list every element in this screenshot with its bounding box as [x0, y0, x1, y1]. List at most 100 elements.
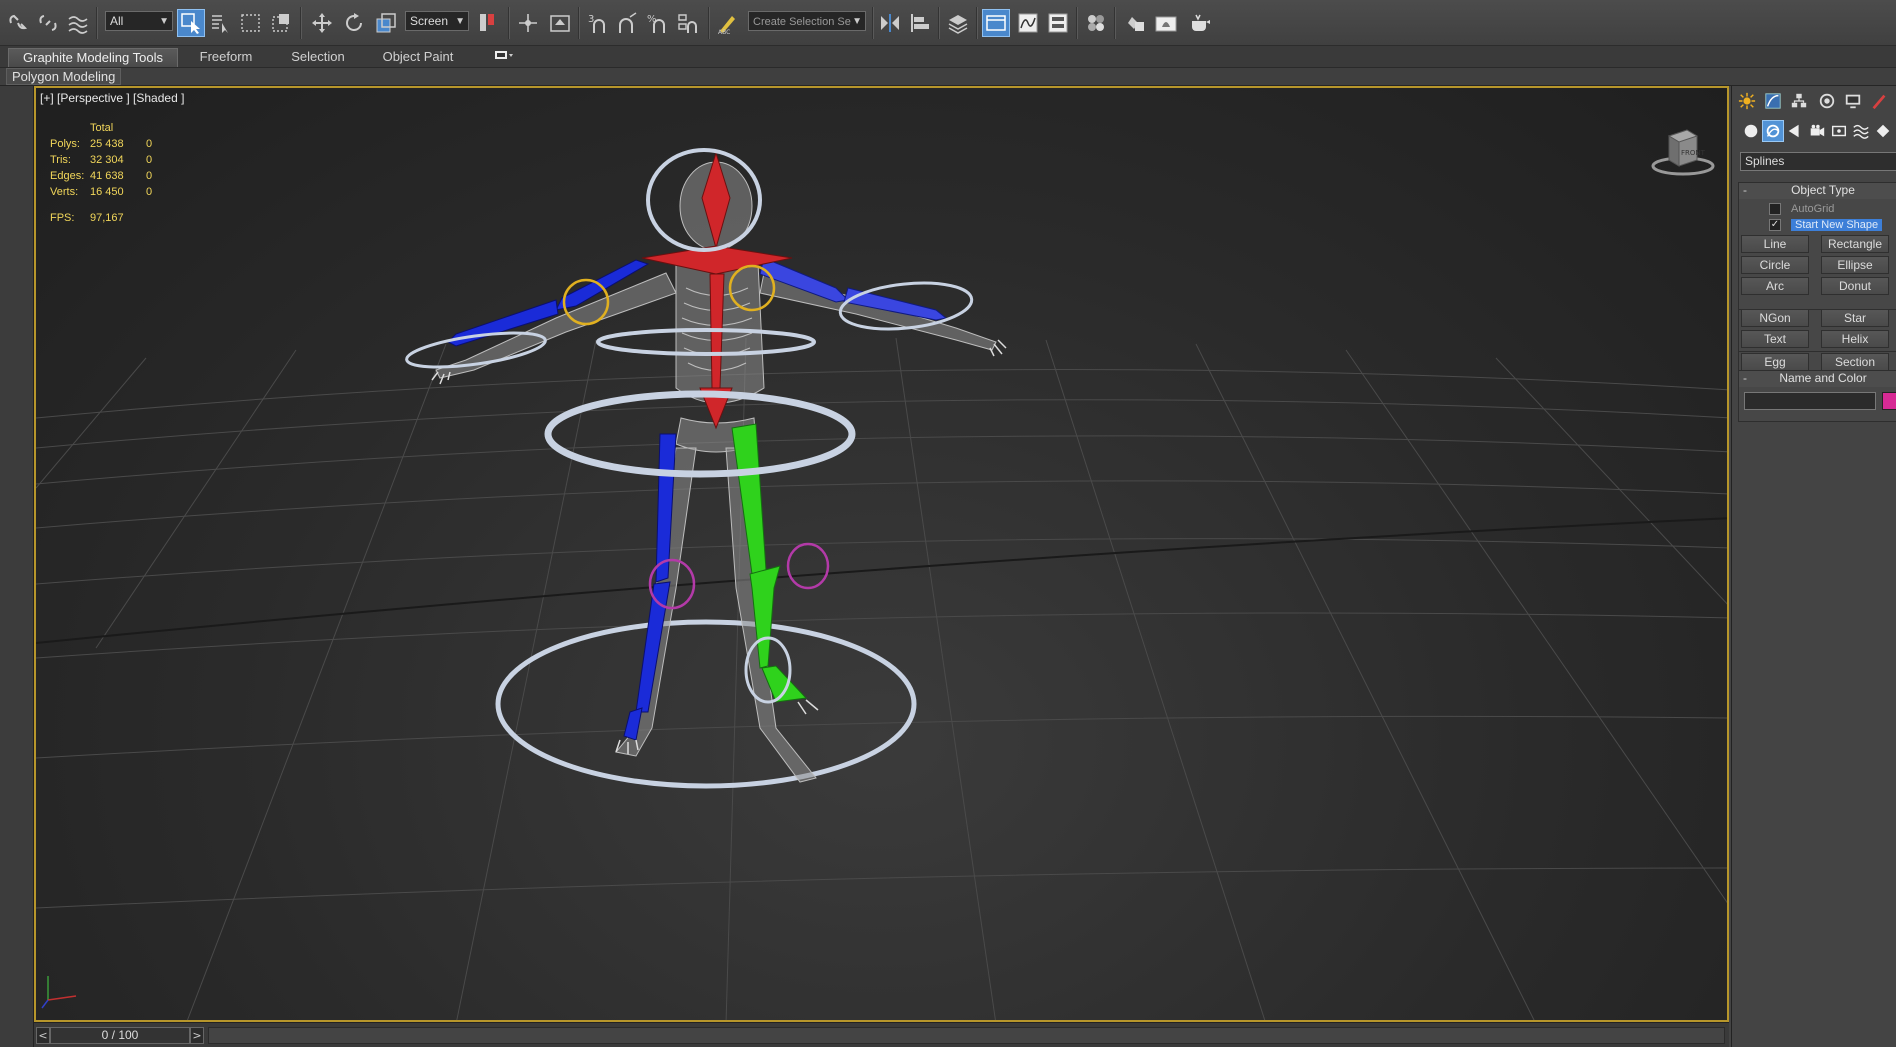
select-object-icon[interactable] [177, 9, 205, 37]
tab-object-paint[interactable]: Object Paint [370, 48, 466, 67]
select-and-link-icon[interactable] [4, 9, 32, 37]
egg-button[interactable]: Egg [1741, 353, 1809, 371]
autogrid-checkbox[interactable] [1769, 203, 1781, 215]
reference-coordinate-value: Screen [410, 14, 449, 28]
render-production-icon[interactable] [1186, 9, 1214, 37]
object-type-header[interactable]: - Object Type [1739, 183, 1896, 199]
edit-named-selection-icon[interactable]: ABC [714, 9, 742, 37]
keyboard-shortcut-override-icon[interactable] [546, 9, 574, 37]
schematic-view-icon[interactable] [1044, 9, 1072, 37]
line-button[interactable]: Line [1741, 235, 1809, 253]
start-new-shape-label: Start New Shape [1791, 219, 1883, 231]
snaps-toggle-icon[interactable]: 3 [584, 9, 612, 37]
viewport-label[interactable]: [+] [Perspective ] [Shaded ] [40, 91, 184, 105]
graphite-modeling-toggle-icon[interactable] [982, 9, 1010, 37]
perspective-viewport[interactable]: [+] [Perspective ] [Shaded ] Total Polys… [34, 86, 1729, 1022]
time-slider-next-button[interactable]: > [190, 1027, 204, 1044]
viewcube-icon[interactable]: FRONT [1647, 122, 1717, 186]
pivot-center-icon[interactable] [474, 9, 502, 37]
left-strip: ▶ [0, 86, 34, 1047]
object-name-input[interactable] [1744, 392, 1876, 410]
percent-snap-icon[interactable]: % [644, 9, 672, 37]
select-by-name-icon[interactable] [207, 9, 235, 37]
object-type-rollout: - Object Type AutoGrid ✓ Start New Shape … [1738, 182, 1896, 310]
viewport-statistics: Total Polys: 25 438 0 Tris: 32 304 0 Edges: 4… [50, 122, 152, 228]
right-knee-ring [786, 542, 830, 590]
geometry-category-icon[interactable] [1740, 120, 1762, 142]
rectangle-button[interactable]: Rectangle [1821, 235, 1889, 253]
align-icon[interactable] [906, 9, 934, 37]
root-control-circle [495, 619, 917, 789]
angle-snap-icon[interactable] [614, 9, 642, 37]
time-slider[interactable]: 0 / 100 [50, 1027, 190, 1044]
display-tab-icon[interactable] [1842, 90, 1864, 112]
create-tab-icon[interactable] [1736, 90, 1758, 112]
cameras-category-icon[interactable] [1806, 120, 1828, 142]
modify-tab-icon[interactable] [1762, 90, 1784, 112]
named-selection-value: Create Selection Se [753, 16, 851, 28]
tab-freeform[interactable]: Freeform [186, 48, 266, 67]
stats-row-fps: FPS: 97,167 [50, 212, 124, 224]
named-selection-dropdown[interactable]: Create Selection Se ▼ [748, 11, 866, 31]
stats-row-tris: Tris: 32 304 0 [50, 154, 153, 166]
star-button[interactable]: Star [1821, 309, 1889, 327]
systems-category-icon[interactable] [1872, 120, 1894, 142]
window-crossing-icon[interactable] [267, 9, 295, 37]
ribbon-panel-bar: Polygon Modeling [0, 68, 1896, 86]
command-panel: Splines - Object Type AutoGrid ✓ Start Ne… [1731, 86, 1896, 1047]
polygon-modeling-panel[interactable]: Polygon Modeling [6, 68, 122, 85]
time-slider-prev-button[interactable]: < [36, 1027, 50, 1044]
start-new-shape-checkbox[interactable]: ✓ [1769, 219, 1781, 231]
reference-coordinate-dropdown[interactable]: Screen ▼ [405, 11, 469, 31]
arc-button[interactable]: Arc [1741, 277, 1809, 295]
curve-editor-icon[interactable] [1014, 9, 1042, 37]
stats-row-polys: Polys: 25 438 0 [50, 138, 153, 150]
scale-icon[interactable] [372, 9, 400, 37]
tab-graphite-modeling-tools[interactable]: Graphite Modeling Tools [8, 48, 178, 67]
main-toolbar: All ▼ Screen ▼ 3 % ABC Create Selection … [0, 0, 1896, 46]
timeline-track[interactable] [208, 1027, 1725, 1044]
rectangular-selection-icon[interactable] [237, 9, 265, 37]
object-category-value: Splines [1745, 154, 1785, 168]
ribbon-options-icon[interactable] [490, 48, 518, 67]
object-color-swatch[interactable] [1882, 392, 1896, 410]
selection-filter-dropdown[interactable]: All ▼ [105, 11, 173, 31]
space-warps-category-icon[interactable] [1850, 120, 1872, 142]
tab-selection[interactable]: Selection [278, 48, 358, 67]
shapes-category-icon[interactable] [1762, 120, 1784, 142]
bind-space-warp-icon[interactable] [64, 9, 92, 37]
name-and-color-title: Name and Color [1779, 371, 1867, 385]
object-category-dropdown[interactable]: Splines [1740, 152, 1896, 171]
hierarchy-tab-icon[interactable] [1788, 90, 1810, 112]
time-slider-bar: < 0 / 100 > [34, 1022, 1729, 1047]
rotate-icon[interactable] [340, 9, 368, 37]
ngon-button[interactable]: NGon [1741, 309, 1809, 327]
motion-tab-icon[interactable] [1816, 90, 1838, 112]
donut-button[interactable]: Donut [1821, 277, 1889, 295]
mirror-icon[interactable] [876, 9, 904, 37]
text-button[interactable]: Text [1741, 330, 1809, 348]
lights-category-icon[interactable] [1784, 120, 1806, 142]
render-setup-icon[interactable] [1120, 9, 1148, 37]
svg-text:ABC: ABC [718, 29, 730, 35]
ribbon-tab-bar: Graphite Modeling Tools Freeform Selecti… [0, 46, 1896, 68]
helix-button[interactable]: Helix [1821, 330, 1889, 348]
selection-filter-value: All [110, 14, 124, 28]
stats-row-verts: Verts: 16 450 0 [50, 186, 153, 198]
unlink-selection-icon[interactable] [34, 9, 62, 37]
name-and-color-header[interactable]: - Name and Color [1739, 371, 1896, 387]
move-icon[interactable] [308, 9, 336, 37]
section-button[interactable]: Section [1821, 353, 1889, 371]
circle-button[interactable]: Circle [1741, 256, 1809, 274]
ellipse-button[interactable]: Ellipse [1821, 256, 1889, 274]
material-editor-icon[interactable] [1082, 9, 1110, 37]
viewcube-label: FRONT [1681, 149, 1706, 157]
manage-layers-icon[interactable] [944, 9, 972, 37]
rendered-frame-window-icon[interactable] [1152, 9, 1180, 37]
utilities-tab-icon[interactable] [1868, 90, 1890, 112]
select-and-manipulate-icon[interactable] [514, 9, 542, 37]
spinner-snap-icon[interactable] [674, 9, 702, 37]
helpers-category-icon[interactable] [1828, 120, 1850, 142]
object-type-rollout-cont: NGon Star Text Helix [1738, 309, 1896, 352]
home-grid [36, 337, 1727, 1020]
